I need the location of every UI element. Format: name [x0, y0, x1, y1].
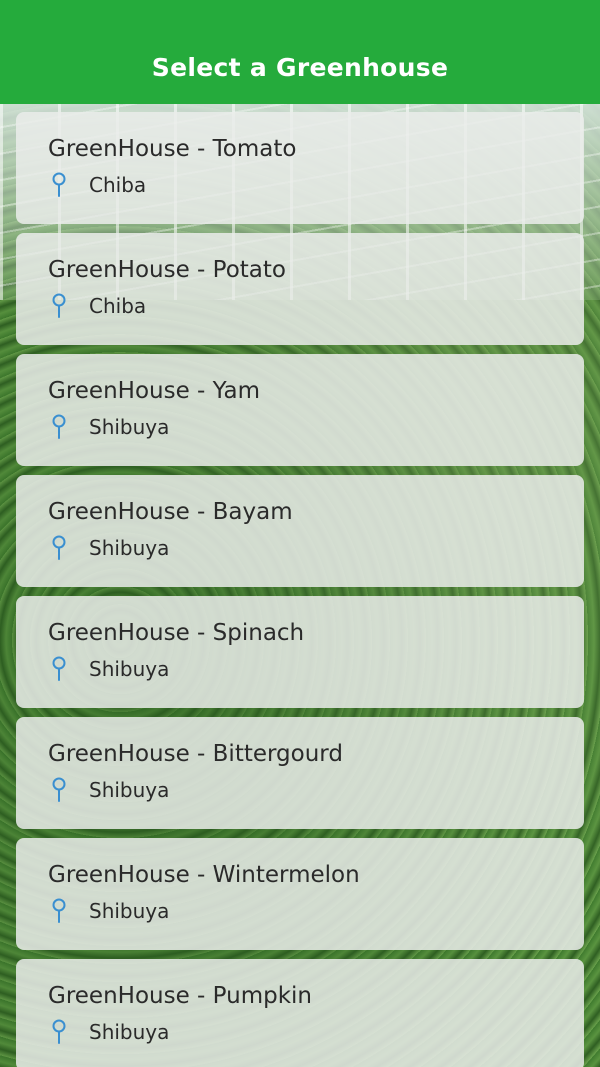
greenhouse-name: GreenHouse - Potato	[48, 257, 286, 283]
greenhouse-item-wintermelon[interactable]: GreenHouse - Wintermelon Shibuya	[16, 838, 584, 950]
greenhouse-name: GreenHouse - Pumpkin	[48, 983, 312, 1009]
greenhouse-location: Chiba	[48, 172, 584, 198]
location-pin-icon	[50, 1019, 68, 1045]
location-label: Shibuya	[89, 657, 170, 681]
greenhouse-item-bittergourd[interactable]: GreenHouse - Bittergourd Shibuya	[16, 717, 584, 829]
location-pin-icon	[50, 535, 68, 561]
location-label: Shibuya	[89, 778, 170, 802]
location-pin-icon	[50, 414, 68, 440]
greenhouse-name: GreenHouse - Wintermelon	[48, 862, 360, 888]
greenhouse-list: GreenHouse - Tomato Chiba GreenHouse - P…	[16, 112, 584, 1067]
greenhouse-item-bayam[interactable]: GreenHouse - Bayam Shibuya	[16, 475, 584, 587]
location-pin-icon	[50, 172, 68, 198]
greenhouse-name: GreenHouse - Spinach	[48, 620, 305, 646]
location-pin-icon	[50, 293, 68, 319]
greenhouse-location: Shibuya	[48, 656, 584, 682]
location-label: Shibuya	[89, 415, 170, 439]
greenhouse-name: GreenHouse - Yam	[48, 378, 261, 404]
app-header: Select a Greenhouse	[0, 0, 600, 104]
location-label: Shibuya	[89, 536, 170, 560]
greenhouse-location: Shibuya	[48, 535, 584, 561]
greenhouse-item-pumpkin[interactable]: GreenHouse - Pumpkin Shibuya	[16, 959, 584, 1067]
greenhouse-location: Shibuya	[48, 898, 584, 924]
greenhouse-location: Shibuya	[48, 1019, 584, 1045]
location-label: Chiba	[89, 173, 147, 197]
greenhouse-item-tomato[interactable]: GreenHouse - Tomato Chiba	[16, 112, 584, 224]
greenhouse-location: Chiba	[48, 293, 584, 319]
location-pin-icon	[50, 656, 68, 682]
location-pin-icon	[50, 777, 68, 803]
page-title: Select a Greenhouse	[151, 53, 449, 82]
greenhouse-location: Shibuya	[48, 414, 584, 440]
greenhouse-location: Shibuya	[48, 777, 584, 803]
greenhouse-item-yam[interactable]: GreenHouse - Yam Shibuya	[16, 354, 584, 466]
greenhouse-name: GreenHouse - Bittergourd	[48, 741, 343, 767]
greenhouse-name: GreenHouse - Bayam	[48, 499, 293, 525]
greenhouse-name: GreenHouse - Tomato	[48, 136, 297, 162]
location-label: Chiba	[89, 294, 147, 318]
location-pin-icon	[50, 898, 68, 924]
location-label: Shibuya	[89, 899, 170, 923]
greenhouse-item-potato[interactable]: GreenHouse - Potato Chiba	[16, 233, 584, 345]
greenhouse-item-spinach[interactable]: GreenHouse - Spinach Shibuya	[16, 596, 584, 708]
location-label: Shibuya	[89, 1020, 170, 1044]
